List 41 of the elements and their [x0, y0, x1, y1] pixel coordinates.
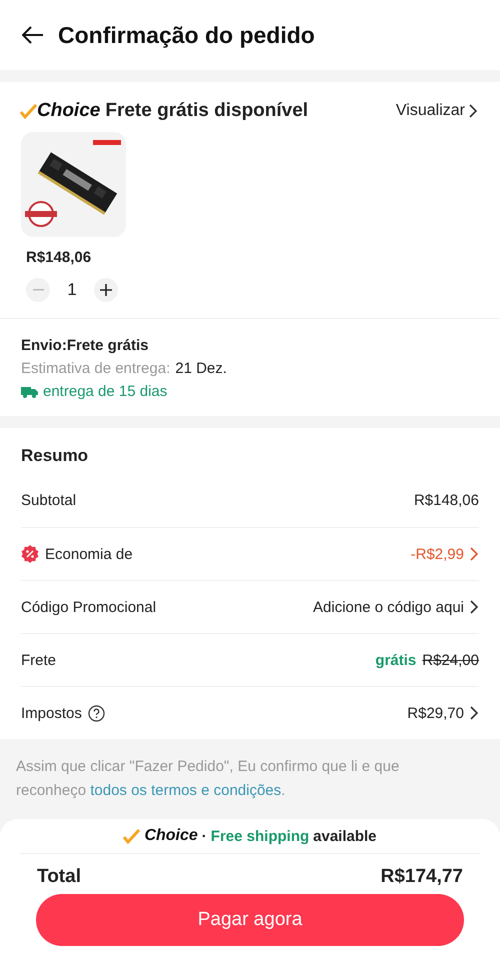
plus-icon: [100, 284, 112, 296]
checkmark-icon: [123, 828, 140, 844]
discount-icon: [21, 545, 39, 563]
help-icon[interactable]: [88, 704, 105, 722]
estimate-date: 21 Dez.: [175, 360, 227, 377]
chevron-right-icon: [469, 104, 478, 118]
estimate-label: Estimativa de entrega:: [21, 360, 170, 377]
truck-icon: [21, 386, 38, 398]
choice-brand: Choice: [37, 100, 100, 122]
total-value: R$174,77: [380, 866, 463, 888]
delivery-time: entrega de 15 dias: [43, 383, 168, 400]
back-arrow-icon[interactable]: [22, 26, 44, 44]
choice-brand: Choice: [144, 827, 198, 845]
shipping-value: grátis: [375, 652, 416, 668]
quantity-value: 1: [66, 280, 78, 300]
product-price: R$148,06: [26, 249, 92, 266]
checkmark-icon: [20, 104, 37, 118]
summary-label: Código Promocional: [21, 598, 156, 616]
minus-icon: [32, 289, 44, 291]
summary-value: Adicione o código aqui: [313, 598, 464, 616]
available-text: available: [313, 828, 377, 844]
increase-button[interactable]: [94, 278, 118, 302]
summary-label: Economia de: [45, 546, 133, 562]
free-shipping-text: Free shipping: [210, 828, 310, 844]
summary-value: R$29,70: [407, 704, 464, 722]
discount-value: -R$2,99: [410, 546, 464, 562]
terms-text: Assim que clicar "Fazer Pedido", Eu confirmo que li e que reconheço todos os termos e condições.: [15, 757, 400, 801]
summary-title: Resumo: [20, 445, 90, 467]
summary-label: Impostos: [21, 704, 82, 722]
shipping-method: Envio:Frete grátis: [21, 337, 150, 354]
total-label: Total: [37, 866, 81, 888]
summary-label: Subtotal: [21, 492, 76, 509]
banner-title: Frete grátis disponível: [105, 100, 308, 122]
old-price: R$24,00: [422, 652, 479, 668]
page-title: Confirmação do pedido: [58, 22, 315, 48]
terms-link[interactable]: todos os termos e condições: [90, 782, 282, 799]
summary-label: Frete: [21, 652, 56, 668]
summary-value: R$148,06: [414, 492, 479, 509]
pay-button[interactable]: Pagar agora: [36, 894, 464, 946]
separator-dot: ·: [202, 828, 207, 844]
view-link[interactable]: Visualizar: [396, 102, 478, 120]
